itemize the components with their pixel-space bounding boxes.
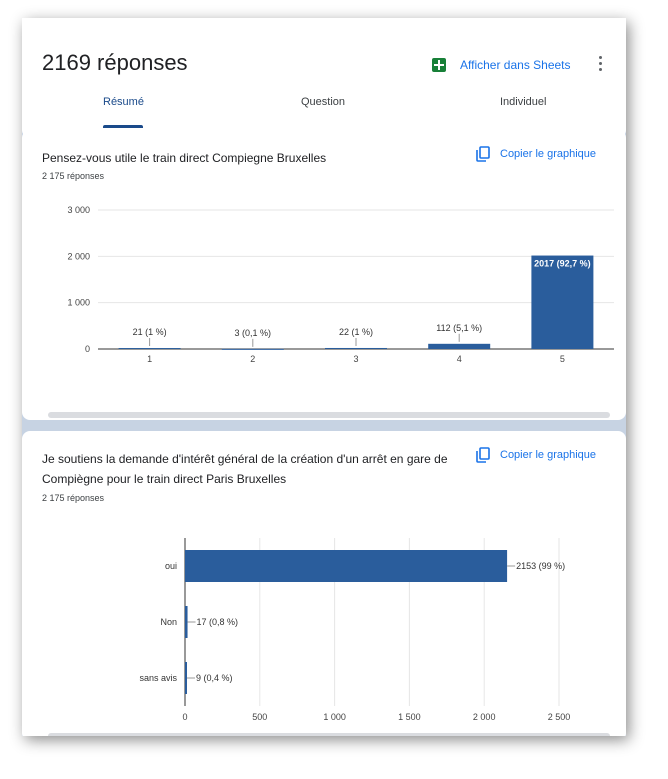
x-tick-label: 3 — [353, 354, 358, 364]
horizontal-scrollbar[interactable] — [48, 412, 610, 418]
y-tick-label: sans avis — [139, 673, 177, 683]
sheets-icon — [432, 58, 446, 72]
copy-chart-button[interactable]: Copier le graphique — [476, 146, 596, 162]
y-tick-label: oui — [165, 561, 177, 571]
copy-icon — [476, 447, 490, 463]
bar — [531, 255, 594, 349]
question-card-1: Pensez-vous utile le train direct Compie… — [22, 130, 626, 420]
x-tick-label: 1 000 — [323, 712, 346, 722]
data-label: 21 (1 %) — [133, 327, 167, 337]
x-tick-label: 500 — [252, 712, 267, 722]
horizontal-bar-chart: 0 500 1 000 1 500 2 000 2 500 oui 2153 (99 %) No… — [139, 538, 571, 722]
active-tab-indicator — [103, 125, 143, 128]
view-in-sheets-label: Afficher dans Sheets — [460, 58, 571, 72]
copy-icon — [476, 146, 490, 162]
data-label: 2017 (92,7 %) — [534, 259, 591, 269]
bar — [185, 550, 508, 582]
data-label: 112 (5,1 %) — [436, 323, 482, 333]
y-tick-label: 3 000 — [67, 205, 90, 215]
bar — [185, 662, 187, 694]
copy-chart-label: Copier le graphique — [500, 449, 597, 461]
x-tick-label: 5 — [560, 354, 565, 364]
horizontal-scrollbar[interactable] — [48, 733, 610, 736]
responses-header-card: 2169 réponses Afficher dans Sheets Résum… — [22, 18, 626, 138]
more-options-icon[interactable] — [594, 54, 606, 74]
tab-summary[interactable]: Résumé — [103, 96, 144, 108]
data-label: 9 (0,4 %) — [196, 673, 233, 683]
vertical-bar-chart: 0 1 000 2 000 3 000 1 21 (1 %) 2 3 (0,1 %) 3 22 (… — [67, 205, 614, 364]
data-label: 3 (0,1 %) — [235, 328, 272, 338]
response-count: 2 175 réponses — [42, 493, 105, 503]
bar — [221, 348, 284, 350]
y-tick-label: Non — [160, 617, 177, 627]
bar — [428, 343, 491, 349]
x-tick-label: 2 — [250, 354, 255, 364]
question-title: Je soutiens la demande d'intérêt général… — [42, 452, 448, 486]
x-tick-label: 1 — [147, 354, 152, 364]
y-tick-label: 2 000 — [67, 251, 90, 261]
bar — [325, 347, 387, 349]
view-in-sheets-button[interactable]: Afficher dans Sheets — [432, 58, 571, 72]
x-tick-label: 2 000 — [473, 712, 496, 722]
bar — [118, 348, 181, 350]
question-card-2: Je soutiens la demande d'intérêt général… — [22, 431, 626, 736]
x-tick-label: 4 — [457, 354, 462, 364]
responses-count-title: 2169 réponses — [42, 50, 188, 75]
question-title: Pensez-vous utile le train direct Compie… — [42, 151, 327, 165]
y-tick-label: 1 000 — [67, 298, 90, 308]
tab-question[interactable]: Question — [301, 96, 345, 108]
bar — [185, 606, 188, 638]
data-label: 2153 (99 %) — [516, 561, 565, 571]
x-tick-label: 0 — [182, 712, 187, 722]
y-tick-label: 0 — [85, 344, 90, 354]
copy-chart-label: Copier le graphique — [500, 148, 597, 160]
data-label: 22 (1 %) — [339, 327, 373, 337]
copy-chart-button[interactable]: Copier le graphique — [476, 447, 596, 463]
tab-individual[interactable]: Individuel — [500, 96, 546, 108]
x-tick-label: 1 500 — [398, 712, 421, 722]
data-label: 17 (0,8 %) — [197, 617, 239, 627]
forms-summary-panel: 2169 réponses Afficher dans Sheets Résum… — [22, 18, 626, 736]
x-tick-label: 2 500 — [548, 712, 571, 722]
